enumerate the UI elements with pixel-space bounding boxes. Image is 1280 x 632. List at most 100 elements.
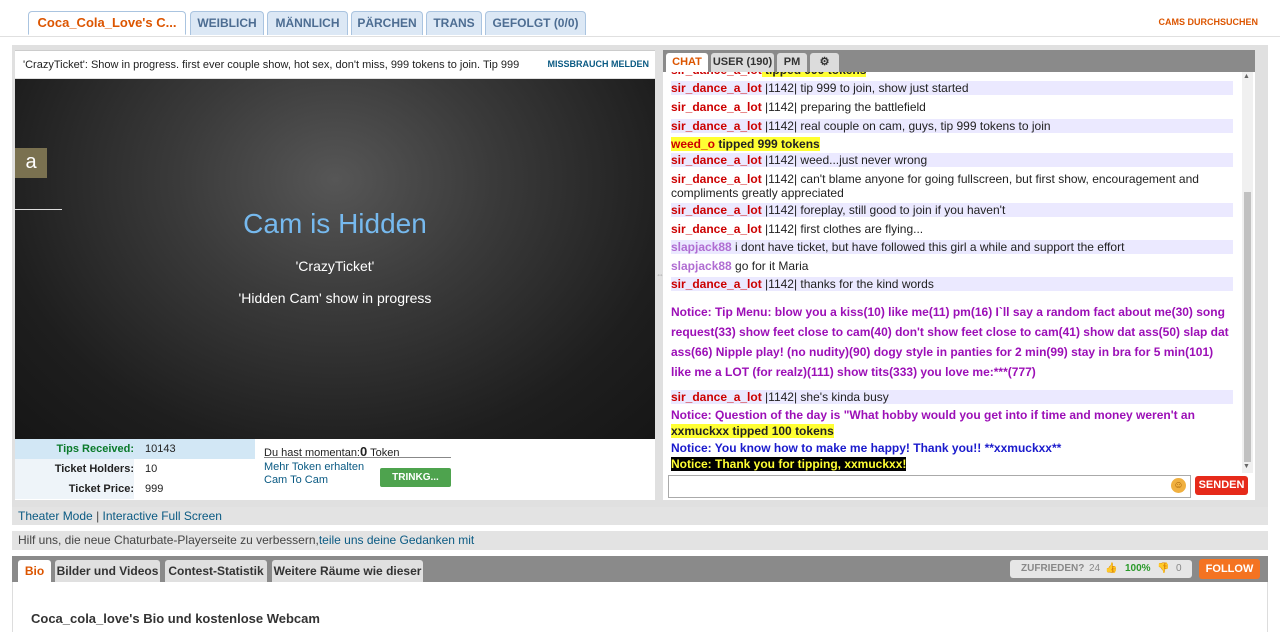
chat-message: xxmuckxx tipped 100 tokens — [671, 424, 1233, 438]
scroll-thumb[interactable] — [1244, 192, 1251, 462]
chat-text: |1142| first clothes are flying... — [761, 222, 924, 236]
chat-text: |1142| she's kinda busy — [761, 390, 889, 404]
view-mode-bar: Theater Mode | Interactive Full Screen — [12, 507, 1268, 525]
chat-username: slapjack88 — [671, 240, 732, 254]
stat-value: 10143 — [134, 439, 255, 459]
chat-message: sir_dance_a_lot tipped 999 tokens — [671, 72, 1233, 77]
tab-pictures-videos[interactable]: Bilder und Videos — [55, 560, 160, 582]
tab-trans[interactable]: TRANS — [426, 11, 482, 35]
rating-percent: 100% — [1125, 563, 1151, 574]
chat-scrollbar[interactable]: ▲ ▼ — [1242, 72, 1253, 473]
chat-text: |1142| real couple on cam, guys, tip 999… — [761, 119, 1051, 133]
chat-message: sir_dance_a_lot |1142| can't blame anyon… — [671, 172, 1233, 200]
chat-username: weed_o — [671, 137, 716, 151]
rating-label: ZUFRIEDEN? — [1021, 563, 1085, 574]
chat-text: |1142| thanks for the kind words — [761, 277, 934, 291]
scroll-down-icon[interactable]: ▼ — [1243, 463, 1250, 470]
view-mode-separator: | — [96, 509, 100, 523]
chat-notice: Notice: Thank you for tipping, xxmuckxx! — [671, 457, 1233, 471]
chat-username: sir_dance_a_lot — [671, 172, 762, 186]
show-name: 'CrazyTicket' — [295, 258, 375, 274]
chat-text: |1142| tip 999 to join, show just starte… — [761, 81, 969, 95]
chat-text: i dont have ticket, but have followed th… — [731, 240, 1125, 254]
chat-message: sir_dance_a_lot |1142| weed...just never… — [671, 153, 1233, 167]
thumbs-up-icon[interactable]: 👍 — [1105, 560, 1117, 578]
chat-notice-tip-menu: Notice: Tip Menu: blow you a kiss(10) li… — [671, 302, 1233, 382]
chat-message: sir_dance_a_lot |1142| real couple on ca… — [671, 119, 1233, 133]
stat-row: Tips Received: 10143 — [15, 439, 255, 459]
chat-text: tipped 999 tokens — [715, 137, 820, 151]
cam-to-cam-link[interactable]: Cam To Cam — [264, 474, 328, 486]
stat-value: 10 — [134, 459, 255, 479]
thumbs-down-icon[interactable]: 👎 — [1157, 560, 1169, 578]
satisfaction-rating: ZUFRIEDEN? 24 👍 100% 👎 0 — [1010, 560, 1192, 578]
gear-icon[interactable]: ⚙ — [810, 53, 839, 72]
chat-username: slapjack88 — [671, 259, 732, 273]
rating-up-count: 24 — [1089, 563, 1101, 574]
chat-text: Notice: You know how to make me happy! T… — [671, 441, 1062, 455]
stat-label: Ticket Price: — [15, 479, 134, 499]
chat-text: tipped 100 tokens — [729, 424, 834, 438]
tab-bio[interactable]: Bio — [18, 560, 51, 582]
send-button[interactable]: SENDEN — [1195, 476, 1248, 495]
feedback-link[interactable]: teile uns deine Gedanken mit — [319, 533, 474, 547]
chat-message: weed_o tipped 999 tokens — [671, 137, 1233, 151]
get-more-tokens-link[interactable]: Mehr Token erhalten — [264, 461, 364, 473]
interactive-fullscreen-link[interactable]: Interactive Full Screen — [103, 509, 222, 523]
tip-button[interactable]: TRINKG... — [380, 468, 451, 487]
show-status: 'Hidden Cam' show in progress — [238, 290, 432, 306]
chat-username: sir_dance_a_lot — [671, 119, 762, 133]
tab-room[interactable]: Coca_Cola_Love's C... — [28, 11, 186, 35]
tab-contest-stats[interactable]: Contest-Statistik — [165, 560, 267, 582]
chat-text: tipped 999 tokens — [761, 72, 867, 77]
chat-message: sir_dance_a_lot |1142| first clothes are… — [671, 222, 1233, 236]
chat-notice: Notice: You know how to make me happy! T… — [671, 441, 1233, 455]
chat-message: sir_dance_a_lot |1142| preparing the bat… — [671, 100, 1233, 114]
feedback-bar: Hilf uns, die neue Chaturbate-Playerseit… — [12, 531, 1268, 550]
tab-chat[interactable]: CHAT — [666, 53, 708, 72]
chat-text: |1142| preparing the battlefield — [761, 100, 926, 114]
token-divider — [264, 457, 451, 458]
tab-followed[interactable]: GEFOLGT (0/0) — [485, 11, 586, 35]
chat-message: sir_dance_a_lot |1142| tip 999 to join, … — [671, 81, 1233, 95]
chat-username: sir_dance_a_lot — [671, 72, 762, 77]
tab-couples[interactable]: PÄRCHEN — [351, 11, 423, 35]
chat-username: sir_dance_a_lot — [671, 203, 762, 217]
chat-text: Notice: Tip Menu: blow you a kiss(10) li… — [671, 305, 1229, 379]
stat-row: Ticket Price: 999 — [15, 479, 255, 499]
tab-male[interactable]: MÄNNLICH — [267, 11, 348, 35]
chat-text: |1142| foreplay, still good to join if y… — [761, 203, 1006, 217]
stat-label: Ticket Holders: — [15, 459, 134, 479]
chat-message: slapjack88 go for it Maria — [671, 259, 1233, 273]
emoticon-icon[interactable]: ☺ — [1171, 478, 1186, 493]
theater-mode-link[interactable]: Theater Mode — [18, 509, 93, 523]
chat-username: xxmuckxx — [671, 424, 730, 438]
chat-text: |1142| weed...just never wrong — [761, 153, 928, 167]
chat-input[interactable] — [668, 475, 1191, 498]
chat-username: sir_dance_a_lot — [671, 100, 762, 114]
room-subject: 'CrazyTicket': Show in progress. first e… — [23, 59, 520, 71]
feedback-text: Hilf uns, die neue Chaturbate-Playerseit… — [18, 533, 319, 547]
chat-message: sir_dance_a_lot |1142| foreplay, still g… — [671, 203, 1233, 217]
chat-username: sir_dance_a_lot — [671, 81, 762, 95]
stat-label: Tips Received: — [15, 439, 134, 459]
bio-title: Coca_cola_love's Bio und kostenlose Webc… — [31, 611, 320, 626]
chat-message: sir_dance_a_lot |1142| thanks for the ki… — [671, 277, 1233, 291]
chat-text: go for it Maria — [731, 259, 809, 273]
cams-search-link[interactable]: CAMS DURCHSUCHEN — [1158, 17, 1258, 27]
cam-hidden-title: Cam is Hidden — [243, 208, 427, 239]
tab-pm[interactable]: PM — [777, 53, 807, 72]
chat-username: sir_dance_a_lot — [671, 222, 762, 236]
stat-row: Ticket Holders: 10 — [15, 459, 255, 479]
tab-female[interactable]: WEIBLICH — [190, 11, 264, 35]
chat-text: Notice: Thank you for tipping, xxmuckxx! — [671, 457, 907, 471]
chat-username: sir_dance_a_lot — [671, 390, 762, 404]
room-subject-bar: 'CrazyTicket': Show in progress. first e… — [15, 50, 655, 78]
chat-message: sir_dance_a_lot |1142| she's kinda busy — [671, 390, 1233, 404]
scroll-up-icon[interactable]: ▲ — [1243, 73, 1250, 80]
tab-more-rooms[interactable]: Weitere Räume wie dieser — [272, 560, 423, 582]
follow-button[interactable]: FOLLOW — [1199, 559, 1260, 579]
tab-users[interactable]: USER (190) — [711, 53, 774, 72]
amazon-icon[interactable]: a — [15, 148, 47, 178]
report-abuse-link[interactable]: MISSBRAUCH MELDEN — [547, 59, 649, 69]
